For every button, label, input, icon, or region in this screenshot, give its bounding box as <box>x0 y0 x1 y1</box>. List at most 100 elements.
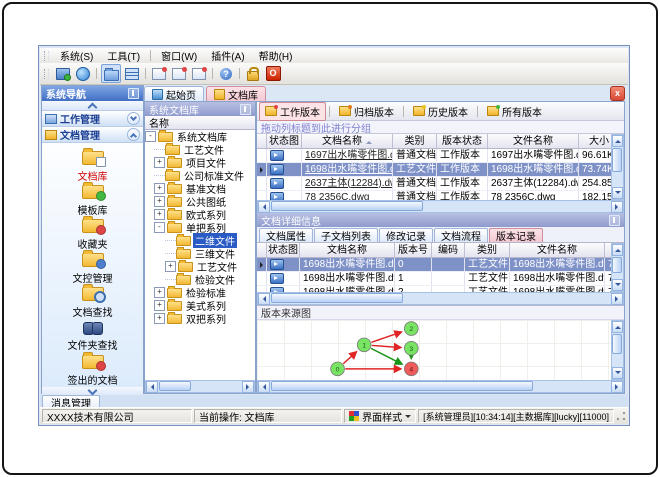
grid-horizontal-scrollbar[interactable] <box>257 200 624 213</box>
menu-help[interactable]: 帮助(H) <box>252 47 300 64</box>
sidebar-item-document-library[interactable]: 文档库 <box>48 148 138 183</box>
workspace-button[interactable] <box>123 65 141 82</box>
resize-grip[interactable] <box>616 411 626 421</box>
column-header[interactable]: 类别 <box>393 134 437 148</box>
column-header[interactable]: 状态图 <box>267 134 302 148</box>
menu-window[interactable]: 窗口(W) <box>154 47 204 64</box>
help-button[interactable]: ? <box>217 65 235 82</box>
collapse-group-button[interactable] <box>127 128 140 141</box>
message-reply-button[interactable] <box>170 65 188 82</box>
table-row-selected[interactable]: 1698出水嘴零件图.dwg 0 工艺文件 1698出水嘴零件图.dwg 73.… <box>257 258 624 272</box>
scroll-left-icon[interactable] <box>258 381 270 393</box>
sidebar-item-doc-control[interactable]: 文控管理 <box>48 250 138 285</box>
sidebar-item-favorites[interactable]: 收藏夹 <box>48 216 138 251</box>
graph-vertical-scrollbar[interactable] <box>611 320 624 380</box>
column-header-sorted[interactable]: 文档名称 <box>302 134 393 148</box>
tab-start-page[interactable]: 起始页 <box>144 86 204 102</box>
sidebar-item-doc-search[interactable]: 文档查找 <box>48 284 138 319</box>
tab-document-library[interactable]: 文档库 <box>206 86 266 102</box>
scroll-left-icon[interactable] <box>146 381 158 393</box>
monitor-button[interactable] <box>54 65 72 82</box>
scroll-up-icon[interactable] <box>612 244 623 256</box>
document-library-button[interactable] <box>101 64 121 83</box>
history-version-button[interactable]: 历史版本 <box>407 102 474 121</box>
document-link[interactable]: 1698出水嘴零件图.dwg <box>305 164 392 176</box>
grid-vertical-scrollbar[interactable] <box>611 134 624 200</box>
archive-version-button[interactable]: 归档版本 <box>333 102 400 121</box>
sidebar-collapse-button[interactable] <box>42 101 143 112</box>
table-row[interactable]: 1698出水嘴零件图.dwg 2 工艺文件 1698出水嘴零件图.dwg 73.… <box>257 286 624 292</box>
scroll-right-icon[interactable] <box>611 201 623 213</box>
sidebar-item-folder-search[interactable]: 文件夹查找 <box>48 319 138 353</box>
tab-document-properties[interactable]: 文档属性 <box>259 228 313 243</box>
scroll-up-icon[interactable] <box>612 135 623 147</box>
document-link[interactable]: 78 2356C.dwg <box>305 192 370 201</box>
lock-button[interactable] <box>244 65 262 82</box>
sidebar-item-checked-out-docs[interactable]: 签出的文档 <box>48 352 138 387</box>
work-version-button[interactable]: 工作版本 <box>259 101 326 121</box>
group-by-area[interactable]: 拖动列标题到此进行分组 <box>257 121 624 135</box>
sidebar-group-docs[interactable]: 文档管理 <box>42 127 143 143</box>
message-new-button[interactable] <box>150 65 168 82</box>
sidebar-item-template-library[interactable]: 模板库 <box>48 182 138 217</box>
column-header[interactable]: 版本状态 <box>437 134 488 148</box>
scroll-right-icon[interactable] <box>611 293 623 305</box>
pin-icon[interactable] <box>240 103 251 115</box>
column-header[interactable]: 文档名称 <box>300 243 395 257</box>
tree-node[interactable]: + 双把系列 <box>145 311 255 326</box>
scroll-left-icon[interactable] <box>258 293 270 305</box>
menu-tools[interactable]: 工具(T) <box>100 47 147 64</box>
main-toolbar: ? O <box>40 63 628 85</box>
all-versions-button[interactable]: 所有版本 <box>481 102 548 121</box>
scrollbar-thumb[interactable] <box>159 381 191 391</box>
tab-version-record[interactable]: 版本记录 <box>489 228 543 243</box>
interface-style-dropdown[interactable]: 界面样式 <box>344 409 417 423</box>
archive-version-icon <box>339 105 352 116</box>
table-row[interactable]: 2637主体(12284).dwg 普通文档 工作版本 2637主体(12284… <box>257 177 624 191</box>
scroll-down-icon[interactable] <box>612 187 623 199</box>
table-row[interactable]: 1697出水嘴零件图.dwg 普通文档 工作版本 1697出水嘴零件图.dwg … <box>257 149 624 163</box>
scrollbar-thumb[interactable] <box>612 257 622 273</box>
sidebar-group-work[interactable]: 工作管理 <box>42 111 143 127</box>
table-row-selected[interactable]: 1698出水嘴零件图.dwg 工艺文件 工作版本 1698出水嘴零件图.dwg … <box>257 163 624 177</box>
tab-document-flow[interactable]: 文档流程 <box>434 228 488 243</box>
grid-horizontal-scrollbar[interactable] <box>257 292 624 305</box>
scrollbar-thumb[interactable] <box>271 201 423 211</box>
pin-icon[interactable] <box>128 88 139 99</box>
column-header[interactable]: 文件名称 <box>488 134 579 148</box>
tab-modification-record[interactable]: 修改记录 <box>379 228 433 243</box>
scrollbar-thumb[interactable] <box>271 293 403 303</box>
scroll-up-icon[interactable] <box>612 321 623 333</box>
pin-icon[interactable] <box>609 214 620 226</box>
expand-group-button[interactable] <box>127 112 140 125</box>
scrollbar-thumb[interactable] <box>271 381 533 391</box>
close-icon[interactable]: x <box>610 86 625 101</box>
exit-button[interactable]: O <box>264 65 282 82</box>
table-row[interactable]: 1698出水嘴零件图.dwg 1 工艺文件 1698出水嘴零件图.dwg 73.… <box>257 272 624 286</box>
scrollbar-thumb[interactable] <box>612 334 622 354</box>
document-link[interactable]: 2637主体(12284).dwg <box>305 178 392 190</box>
table-row[interactable]: 78 2356C.dwg 普通文档 工作版本 78 2356C.dwg 182.… <box>257 191 624 200</box>
scrollbar-thumb[interactable] <box>612 148 622 172</box>
tree-horizontal-scrollbar[interactable] <box>145 380 255 393</box>
version-source-graph[interactable]: 0 1 2 3 4 <box>257 320 613 380</box>
scroll-down-icon[interactable] <box>612 279 623 291</box>
grid-vertical-scrollbar[interactable] <box>611 243 624 292</box>
document-link[interactable]: 1697出水嘴零件图.dwg <box>305 150 392 162</box>
menu-system[interactable]: 系统(S) <box>53 47 100 64</box>
menu-plugins[interactable]: 插件(A) <box>204 47 251 64</box>
column-header[interactable]: 文件名称 <box>510 243 605 257</box>
column-header[interactable]: 状态图 <box>267 243 300 257</box>
scroll-left-icon[interactable] <box>258 201 270 213</box>
scroll-down-icon[interactable] <box>612 367 623 379</box>
graph-horizontal-scrollbar[interactable] <box>257 380 624 393</box>
network-button[interactable] <box>74 65 92 82</box>
scroll-right-icon[interactable] <box>242 381 254 393</box>
column-header[interactable]: 编码 <box>432 243 465 257</box>
tab-sub-document-list[interactable]: 子文档列表 <box>314 228 378 243</box>
scroll-right-icon[interactable] <box>611 381 623 393</box>
column-header[interactable]: 版本号 <box>395 243 432 257</box>
tree-column-header[interactable]: 名称 <box>145 116 255 130</box>
column-header[interactable]: 类别 <box>465 243 510 257</box>
message-delete-button[interactable] <box>190 65 208 82</box>
